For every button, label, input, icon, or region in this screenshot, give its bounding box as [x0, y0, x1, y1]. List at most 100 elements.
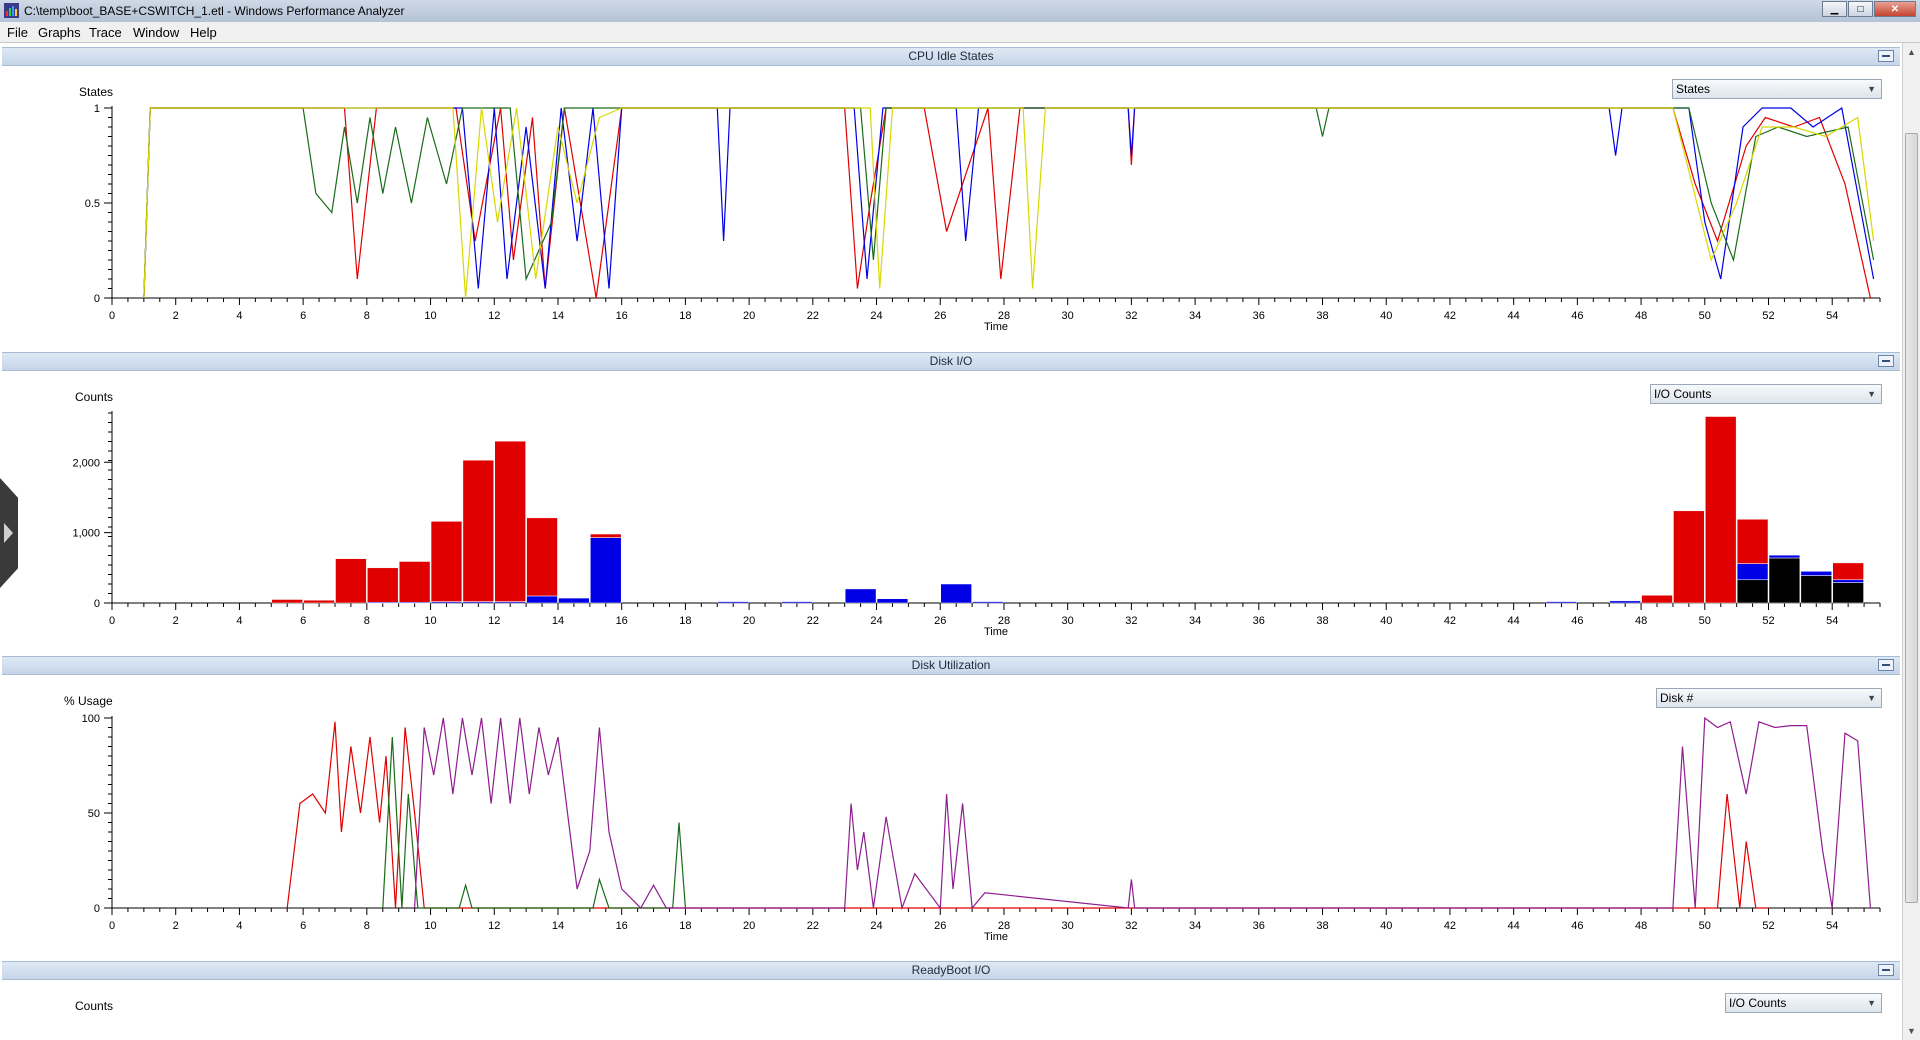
cpu-idle-chart: 0 2 4 6 8 10 12 14 16 18 20 22 24 26 28 30 32 34 36 38 40 42 4…: [85, 103, 1881, 333]
chevron-down-icon: ▼: [1867, 998, 1876, 1008]
disk-util-x-tick-label: 44: [1508, 920, 1520, 932]
cpu-idle-x-tick-label: 54: [1826, 310, 1838, 322]
disk-io-bar: [271, 599, 303, 604]
disk-util-x-tick-label: 26: [934, 920, 946, 932]
readyboot-dropdown[interactable]: I/O Counts ▼: [1725, 993, 1882, 1013]
disk-io-bar: [1705, 416, 1737, 604]
disk-io-bar: [303, 599, 335, 604]
disk-io-x-tick-label: 22: [807, 615, 819, 627]
disk-util-x-tick-label: 8: [364, 920, 370, 932]
disk-util-x-tick-label: 14: [552, 920, 564, 932]
disk-io-x-tick-label: 34: [1189, 615, 1201, 627]
disk-io-bar: [1800, 575, 1832, 604]
disk-util-x-tick-label: 0: [109, 920, 115, 932]
disk-util-x-tick-label: 42: [1444, 920, 1456, 932]
disk-io-x-tick-label: 4: [236, 615, 242, 627]
disk-io-x-tick-label: 42: [1444, 615, 1456, 627]
disk-io-bar: [1641, 595, 1673, 604]
disk-io-x-tick-label: 14: [552, 615, 564, 627]
vertical-scrollbar[interactable]: ▲ ▼: [1902, 43, 1920, 1040]
disk-util-x-tick-label: 52: [1762, 920, 1774, 932]
disk-io-x-axis-label: Time: [984, 626, 1008, 638]
disk-util-collapse-icon[interactable]: [1878, 659, 1894, 671]
disk-io-bar: [1545, 601, 1578, 604]
disk-io-bar: [398, 561, 431, 603]
disk-io-y-tick-label: 0: [94, 598, 100, 610]
cpu-idle-x-tick-label: 26: [934, 310, 946, 322]
disk-io-dropdown-value: I/O Counts: [1654, 387, 1712, 401]
disk-io-x-tick-label: 32: [1125, 615, 1137, 627]
disk-io-bar: [1736, 563, 1769, 581]
scroll-thumb[interactable]: [1905, 133, 1918, 903]
disk-util-title: Disk Utilization: [911, 658, 991, 672]
disk-io-bar: [1673, 510, 1705, 604]
cpu-idle-header[interactable]: CPU Idle States: [2, 47, 1900, 66]
disk-io-title: Disk I/O: [929, 354, 973, 368]
disk-util-x-tick-label: 38: [1316, 920, 1328, 932]
maximize-icon[interactable]: □: [1848, 1, 1873, 17]
menu-trace[interactable]: Trace: [89, 25, 122, 40]
cpu-idle-y-tick-label: 1: [94, 103, 100, 115]
disk-util-x-tick-label: 18: [679, 920, 691, 932]
disk-util-x-tick-label: 20: [743, 920, 755, 932]
cpu-idle-x-tick-label: 30: [1062, 310, 1074, 322]
cpu-idle-x-tick-label: 48: [1635, 310, 1647, 322]
disk-io-bar: [1800, 571, 1832, 576]
disk-io-x-tick-label: 54: [1826, 615, 1838, 627]
disk-io-chart: 0 2 4 6 8 10 12 14 16 18 20 22 24 26 28 30 32 34 36 38 40 42 4…: [72, 411, 1881, 638]
disk-io-collapse-icon[interactable]: [1878, 355, 1894, 367]
readyboot-y-title: Counts: [75, 999, 114, 1013]
disk-io-x-tick-label: 52: [1762, 615, 1774, 627]
disk-util-x-tick-label: 46: [1571, 920, 1583, 932]
disk-util-dropdown-value: Disk #: [1660, 691, 1694, 705]
disk-io-bar: [1832, 562, 1864, 581]
cpu-idle-x-tick-label: 36: [1253, 310, 1265, 322]
disk-util-x-tick-label: 34: [1189, 920, 1201, 932]
title-bar: C:\temp\boot_BASE+CSWITCH_1.etl - Window…: [0, 0, 1920, 23]
disk-io-bar: [1768, 554, 1801, 559]
disk-io-bar: [1832, 582, 1864, 604]
readyboot-collapse-icon[interactable]: [1878, 964, 1894, 976]
cpu-idle-x-tick-label: 32: [1125, 310, 1137, 322]
cpu-idle-x-tick-label: 16: [616, 310, 628, 322]
cpu-idle-x-tick-label: 50: [1699, 310, 1711, 322]
disk-io-bar: [590, 537, 622, 604]
disk-util-x-tick-label: 12: [488, 920, 500, 932]
disk-io-y-tick-label: 2,000: [72, 457, 100, 469]
cpu-idle-y-tick-label: 0: [94, 293, 100, 305]
disk-io-bar: [526, 517, 558, 597]
scroll-down-icon[interactable]: ▼: [1907, 1026, 1916, 1036]
disk-io-x-tick-label: 2: [173, 615, 179, 627]
disk-io-bar: [844, 588, 877, 604]
cpu-idle-x-tick-label: 40: [1380, 310, 1392, 322]
menu-graphs[interactable]: Graphs: [38, 25, 81, 40]
disk-io-bar: [717, 601, 749, 604]
cpu-idle-x-tick-label: 44: [1508, 310, 1520, 322]
disk-util-header[interactable]: Disk Utilization: [2, 656, 1900, 675]
disk-util-series-2: [414, 716, 1871, 911]
disk-io-bar: [526, 595, 558, 604]
cpu-idle-x-tick-label: 38: [1316, 310, 1328, 322]
disk-util-y-tick-label: 50: [88, 808, 100, 820]
disk-io-bar: [972, 601, 1004, 604]
disk-io-header[interactable]: Disk I/O: [2, 352, 1900, 371]
cpu-idle-title: CPU Idle States: [908, 49, 994, 63]
scroll-up-icon[interactable]: ▲: [1907, 47, 1916, 57]
disk-io-bar: [367, 567, 399, 603]
cpu-idle-x-tick-label: 18: [679, 310, 691, 322]
disk-io-bar: [494, 440, 526, 602]
disk-io-x-tick-label: 24: [870, 615, 882, 627]
readyboot-header[interactable]: ReadyBoot I/O: [2, 961, 1900, 980]
disk-util-y-tick-label: 100: [82, 713, 100, 725]
cpu-idle-x-tick-label: 42: [1444, 310, 1456, 322]
disk-util-x-tick-label: 48: [1635, 920, 1647, 932]
menu-file[interactable]: File: [7, 25, 28, 40]
readyboot-dropdown-value: I/O Counts: [1729, 996, 1787, 1010]
close-icon[interactable]: ✕: [1874, 1, 1916, 17]
cpu-idle-collapse-icon[interactable]: [1878, 50, 1894, 62]
menu-help[interactable]: Help: [190, 25, 217, 40]
disk-io-bar: [1609, 600, 1641, 604]
cpu-idle-x-tick-label: 14: [552, 310, 564, 322]
menu-window[interactable]: Window: [133, 25, 179, 40]
minimize-icon[interactable]: ▁: [1822, 1, 1847, 17]
